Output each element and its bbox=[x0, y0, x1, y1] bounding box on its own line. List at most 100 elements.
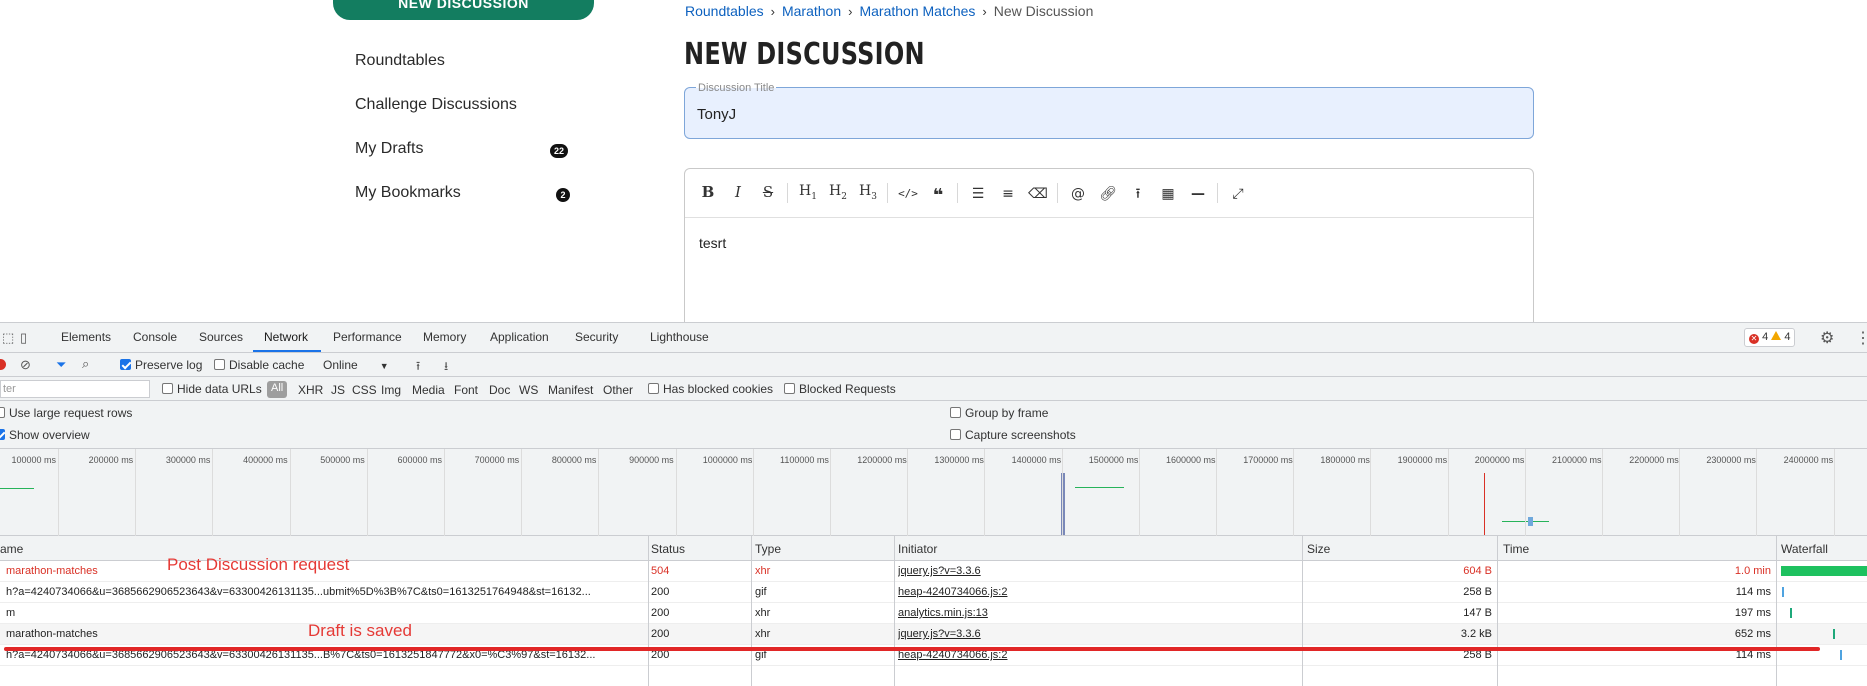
large-rows-label: Use large request rows bbox=[9, 406, 133, 420]
breadcrumb-roundtables[interactable]: Roundtables bbox=[685, 3, 764, 19]
export-har-icon[interactable]: ⭳ bbox=[444, 357, 448, 378]
group-by-frame-checkbox[interactable]: Group by frame bbox=[950, 406, 1048, 420]
heading-3-icon[interactable]: H3 bbox=[857, 183, 879, 205]
record-icon[interactable] bbox=[0, 359, 6, 370]
filter-icon[interactable]: ⏷ bbox=[56, 357, 66, 373]
cell-initiator[interactable]: jquery.js?v=3.3.6 bbox=[898, 628, 1198, 640]
sidebar-item-my-bookmarks[interactable]: My Bookmarks bbox=[355, 184, 461, 202]
tab-lighthouse[interactable]: Lighthouse bbox=[650, 330, 709, 344]
sidebar-item-challenge-discussions[interactable]: Challenge Discussions bbox=[355, 96, 517, 114]
show-overview-label: Show overview bbox=[9, 428, 90, 442]
column-name[interactable]: ame bbox=[0, 542, 23, 556]
table-row[interactable]: m 200 xhr analytics.min.js:13 147 B 197 ms bbox=[0, 603, 1867, 624]
large-rows-checkbox[interactable]: Use large request rows bbox=[0, 406, 132, 420]
tab-elements[interactable]: Elements bbox=[61, 330, 111, 344]
sidebar-item-label: My Bookmarks bbox=[355, 184, 461, 201]
type-filter-font[interactable]: Font bbox=[454, 383, 478, 397]
bold-icon[interactable]: B bbox=[697, 183, 719, 205]
column-divider[interactable] bbox=[1302, 536, 1303, 686]
column-status[interactable]: Status bbox=[651, 542, 685, 556]
horizontal-rule-icon[interactable]: — bbox=[1187, 183, 1209, 205]
table-icon[interactable]: ▦ bbox=[1157, 183, 1179, 205]
type-filter-ws[interactable]: WS bbox=[519, 383, 538, 397]
type-filter-media[interactable]: Media bbox=[412, 383, 445, 397]
blocked-requests-checkbox[interactable]: Blocked Requests bbox=[784, 382, 896, 396]
warning-icon bbox=[1771, 331, 1782, 340]
has-blocked-cookies-checkbox[interactable]: Has blocked cookies bbox=[648, 382, 773, 396]
cell-time: 652 ms bbox=[1734, 628, 1771, 640]
issues-counter[interactable]: ✕ 4 4 bbox=[1744, 328, 1796, 347]
type-filter-img[interactable]: Img bbox=[381, 383, 401, 397]
filter-input[interactable]: ter bbox=[0, 380, 150, 398]
column-divider[interactable] bbox=[894, 536, 895, 686]
column-size[interactable]: Size bbox=[1307, 542, 1330, 556]
throttle-select[interactable]: Online ▼ bbox=[323, 358, 389, 372]
tab-sources[interactable]: Sources bbox=[199, 330, 243, 344]
heading-1-icon[interactable]: H1 bbox=[797, 183, 819, 205]
tab-performance[interactable]: Performance bbox=[333, 330, 402, 344]
type-filter-doc[interactable]: Doc bbox=[489, 383, 510, 397]
code-icon[interactable]: </> bbox=[897, 183, 919, 205]
device-toolbar-icon[interactable]: ▯ bbox=[20, 330, 27, 346]
type-filter-manifest[interactable]: Manifest bbox=[548, 383, 593, 397]
quote-icon[interactable]: ❝ bbox=[927, 183, 949, 206]
column-waterfall[interactable]: Waterfall bbox=[1781, 542, 1828, 556]
italic-icon[interactable]: I bbox=[727, 183, 749, 205]
hide-data-urls-checkbox[interactable]: Hide data URLs bbox=[162, 382, 262, 396]
type-filter-css[interactable]: CSS bbox=[352, 383, 377, 397]
clear-icon[interactable]: ⊘ bbox=[20, 357, 31, 373]
link-icon[interactable]: 🔗︎ bbox=[1097, 183, 1119, 205]
sidebar-item-my-drafts[interactable]: My Drafts bbox=[355, 140, 423, 158]
tab-application[interactable]: Application bbox=[490, 330, 549, 344]
strikethrough-icon[interactable]: S bbox=[757, 183, 779, 205]
type-filter-xhr[interactable]: XHR bbox=[298, 383, 323, 397]
table-row[interactable]: h?a=4240734066&u=3685662906523643&v=6330… bbox=[0, 582, 1867, 603]
sidebar-item-roundtables[interactable]: Roundtables bbox=[355, 52, 445, 70]
capture-screenshots-checkbox[interactable]: Capture screenshots bbox=[950, 428, 1076, 442]
discussion-title-input[interactable] bbox=[684, 87, 1534, 139]
gear-icon[interactable]: ⚙ bbox=[1820, 328, 1834, 348]
mention-icon[interactable]: @ bbox=[1067, 183, 1089, 205]
new-discussion-button[interactable]: NEW DISCUSSION bbox=[333, 0, 594, 20]
cell-initiator[interactable]: analytics.min.js:13 bbox=[898, 607, 1198, 619]
overview-tick-label: 200000 ms bbox=[88, 455, 134, 465]
tab-network[interactable]: Network bbox=[264, 330, 308, 344]
network-overview[interactable]: 100000 ms 200000 ms 300000 ms 400000 ms 5000… bbox=[0, 449, 1867, 536]
cell-initiator[interactable]: jquery.js?v=3.3.6 bbox=[898, 565, 1198, 577]
show-overview-checkbox[interactable]: Show overview bbox=[0, 428, 90, 442]
search-icon[interactable]: ⌕ bbox=[82, 356, 89, 372]
column-divider[interactable] bbox=[648, 536, 649, 686]
heading-2-icon[interactable]: H2 bbox=[827, 183, 849, 205]
column-divider[interactable] bbox=[1497, 536, 1498, 686]
tab-security[interactable]: Security bbox=[575, 330, 618, 344]
breadcrumb-marathon[interactable]: Marathon bbox=[782, 3, 841, 19]
chevron-right-icon: › bbox=[848, 4, 853, 19]
type-filter-other[interactable]: Other bbox=[603, 383, 633, 397]
upload-icon[interactable]: ⭱ bbox=[1127, 183, 1149, 205]
tab-memory[interactable]: Memory bbox=[423, 330, 466, 344]
clear-format-icon[interactable]: ⌫ bbox=[1027, 183, 1049, 205]
type-filter-all[interactable]: All bbox=[267, 381, 288, 398]
inspect-icon[interactable]: ⬚ bbox=[2, 330, 14, 346]
column-time[interactable]: Time bbox=[1503, 542, 1529, 556]
preserve-log-checkbox[interactable]: Preserve log bbox=[120, 358, 202, 372]
column-divider[interactable] bbox=[751, 536, 752, 686]
fullscreen-icon[interactable]: ⤢ bbox=[1227, 183, 1249, 205]
column-type[interactable]: Type bbox=[755, 542, 781, 556]
breadcrumb-marathon-matches[interactable]: Marathon Matches bbox=[859, 3, 975, 19]
bullet-list-icon[interactable]: ☰ bbox=[967, 183, 989, 205]
numbered-list-icon[interactable]: ≡ bbox=[997, 183, 1019, 205]
editor-toolbar: B I S H1 H2 H3 </> ❝ ☰ ≡ ⌫ @ 🔗︎ ⭱ ▦ — ⤢ bbox=[685, 169, 1533, 218]
import-har-icon[interactable]: ⭱ bbox=[416, 357, 420, 378]
type-filter-js[interactable]: JS bbox=[331, 383, 345, 397]
more-options-icon[interactable]: ⋮ bbox=[1855, 328, 1867, 348]
tab-console[interactable]: Console bbox=[133, 330, 177, 344]
table-row[interactable]: marathon-matches 200 xhr jquery.js?v=3.3.6 3… bbox=[0, 624, 1867, 645]
annotation-post-request: Post Discussion request bbox=[167, 555, 350, 574]
cell-initiator[interactable]: heap-4240734066.js:2 bbox=[898, 586, 1198, 598]
disable-cache-checkbox[interactable]: Disable cache bbox=[214, 358, 304, 372]
annotation-draft-saved: Draft is saved bbox=[308, 621, 412, 640]
column-initiator[interactable]: Initiator bbox=[898, 542, 937, 556]
editor-content[interactable]: tesrt bbox=[699, 235, 726, 251]
column-divider[interactable] bbox=[1776, 536, 1777, 686]
